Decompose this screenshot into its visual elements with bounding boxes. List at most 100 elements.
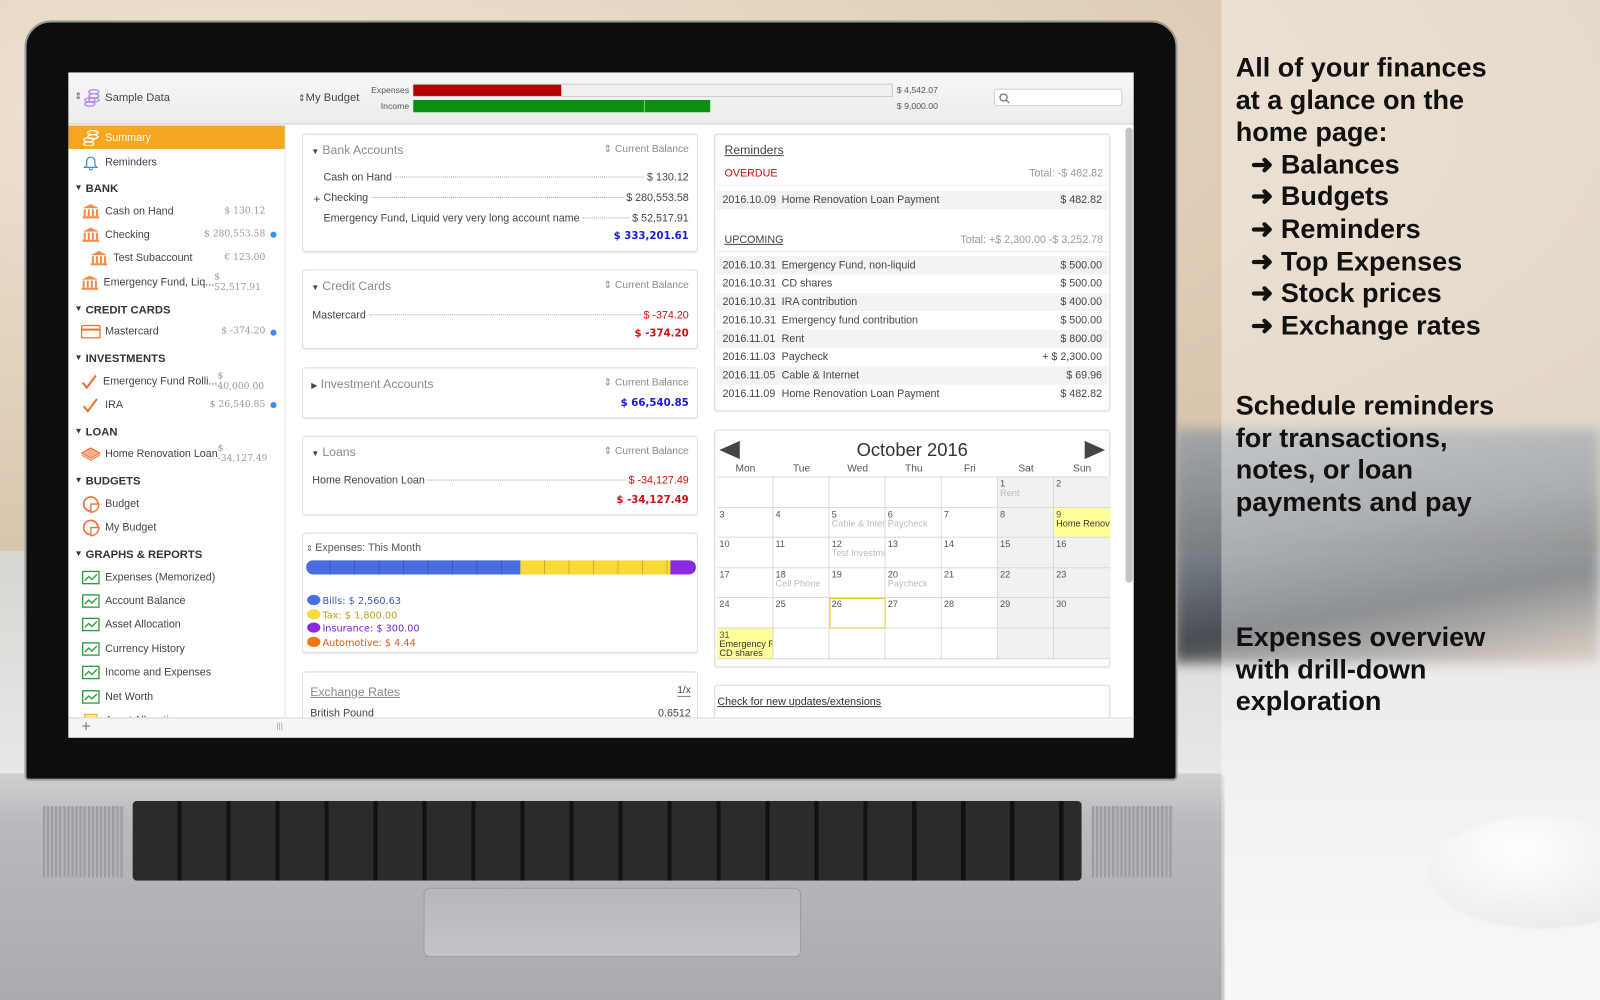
credit-cards-header[interactable]: ▼ Credit Cards <box>311 279 391 293</box>
calendar-event[interactable]: CD shares <box>719 648 770 658</box>
sidebar-group-header[interactable]: ▼ LOAN <box>74 426 117 438</box>
calendar-day-28[interactable]: 28 <box>941 598 998 629</box>
reminder-row[interactable]: 2016.10.31 Emergency fund contribution $ 5… <box>716 311 1109 330</box>
loan-row[interactable]: Home Renovation Loan $ -34,127.49 <box>312 474 689 486</box>
sidebar-account-item[interactable]: Currency History <box>68 637 284 660</box>
sort-selector[interactable]: ⇕ Current Balance <box>604 446 689 457</box>
sidebar-group-header[interactable]: ▼ BANK <box>74 183 118 195</box>
sidebar-resize-handle[interactable]: ||| <box>277 721 283 730</box>
calendar-day-21[interactable]: 21 <box>941 568 998 599</box>
sidebar-account-item[interactable]: Emergency Fund, Liq... $ 52,517.91 <box>68 271 284 294</box>
calendar-event[interactable]: Paycheck <box>888 518 939 528</box>
budget-selector[interactable]: ⇕My Budget <box>298 92 359 104</box>
calendar-day-22[interactable]: 22 <box>997 568 1055 599</box>
sidebar-group-header[interactable]: ▼ CREDIT CARDS <box>74 304 170 316</box>
reminders-title[interactable]: Reminders <box>724 143 783 157</box>
sort-selector[interactable]: ⇕ Current Balance <box>604 144 689 155</box>
sort-selector[interactable]: ⇕ Current Balance <box>604 280 689 291</box>
expense-segment-insurance[interactable] <box>670 560 696 575</box>
calendar-day-29[interactable]: 29 <box>997 598 1055 629</box>
sidebar-account-item[interactable]: Account Balance <box>68 589 284 612</box>
sort-selector[interactable]: ⇕ Current Balance <box>604 378 689 389</box>
calendar-day-1[interactable]: 1 Rent <box>997 477 1055 508</box>
calendar-event[interactable]: Cell Phone <box>776 579 827 588</box>
calendar-day-7[interactable]: 7 <box>941 507 998 538</box>
expenses-stacked-bar[interactable] <box>306 560 696 575</box>
sidebar-account-item[interactable]: IRA $ 26,540.85 <box>68 393 284 416</box>
calendar-day-2[interactable]: 2 <box>1054 477 1111 508</box>
calendar-day-9[interactable]: 9 Home Renova <box>1054 507 1111 538</box>
calendar-day-24[interactable]: 24 <box>717 598 774 629</box>
sidebar-group-header[interactable]: ▼ GRAPHS & REPORTS <box>74 549 202 561</box>
bank-accounts-header[interactable]: ▼ Bank Accounts <box>311 143 403 157</box>
calendar-day-11[interactable]: 11 <box>773 537 830 569</box>
reminder-row[interactable]: 2016.11.03 Paycheck + $ 2,300.00 <box>716 347 1109 367</box>
reminder-row[interactable]: 2016.10.31 CD shares $ 500.00 <box>716 274 1109 293</box>
calendar-day-27[interactable]: 27 <box>885 598 942 629</box>
sidebar-account-item[interactable]: Test Subaccount € 123.00 <box>68 247 284 270</box>
sidebar-account-item[interactable]: Budget <box>68 492 284 515</box>
calendar-day-18[interactable]: 18 Cell Phone <box>773 568 830 599</box>
calendar-day-25[interactable]: 25 <box>773 598 830 629</box>
reminder-row[interactable]: 2016.10.31 Emergency Fund, non-liquid $ 50… <box>716 256 1109 275</box>
exchange-rates-title[interactable]: Exchange Rates <box>310 685 400 699</box>
calendar-day-8[interactable]: 8 <box>997 507 1055 538</box>
expense-segment-tax[interactable] <box>520 560 671 575</box>
calendar-day-14[interactable]: 14 <box>941 537 998 569</box>
calendar-day-31[interactable]: 31 Emergency Fu CD shares <box>717 628 774 659</box>
sidebar-account-item[interactable]: Emergency Fund Rolli... $ 40,000.00 <box>68 369 284 392</box>
legend-item[interactable]: Tax: $ 1,800.00 <box>307 608 419 623</box>
calendar-event[interactable]: Rent <box>1000 488 1051 498</box>
reminder-row[interactable]: 2016.10.09 Home Renovation Loan Payment $ … <box>716 190 1109 210</box>
reminder-row[interactable]: 2016.11.01 Rent $ 800.00 <box>716 329 1109 348</box>
sidebar-account-item[interactable]: Home Renovation Loan $ -34,127.49 <box>68 443 284 466</box>
sidebar-account-item[interactable]: Checking $ 280,553.58 <box>68 223 284 246</box>
reminder-row[interactable]: 2016.10.31 IRA contribution $ 400.00 <box>716 292 1109 312</box>
calendar-day-6[interactable]: 6 Paycheck <box>885 507 942 538</box>
sidebar-account-item[interactable]: Net Worth <box>68 685 284 708</box>
sidebar-account-item[interactable]: Mastercard $ -374.20 <box>68 320 284 343</box>
calendar-day-3[interactable]: 3 <box>717 507 774 538</box>
sidebar-group-header[interactable]: ▼ INVESTMENTS <box>74 353 165 365</box>
expenses-period-selector[interactable]: ⇕ Expenses: This Month <box>306 542 421 554</box>
sidebar-item-summary[interactable]: Summary <box>68 125 285 149</box>
sidebar-account-item[interactable]: Asset Allocation <box>68 709 284 718</box>
calendar-day-23[interactable]: 23 <box>1054 568 1111 599</box>
add-button[interactable]: + <box>82 718 91 736</box>
legend-item[interactable]: Automotive: $ 4.44 <box>307 636 419 651</box>
account-row[interactable]: + Checking $ 280,553.58 <box>313 192 689 206</box>
expand-icon[interactable]: + <box>313 192 320 206</box>
calendar-day-30[interactable]: 30 <box>1054 598 1111 629</box>
sidebar-account-item[interactable]: Asset Allocation <box>68 613 284 636</box>
legend-item[interactable]: Insurance: $ 300.00 <box>307 622 420 637</box>
invert-rates-toggle[interactable]: 1/x <box>677 685 691 697</box>
sidebar-item-reminders[interactable]: Reminders <box>68 150 284 173</box>
sidebar-account-item[interactable]: Expenses (Memorized) <box>68 565 284 588</box>
calendar-day-10[interactable]: 10 <box>717 537 774 569</box>
calendar-event[interactable]: Cable & Intern <box>832 518 885 528</box>
search-input[interactable] <box>993 88 1123 107</box>
reminder-row[interactable]: 2016.11.05 Cable & Internet $ 69.96 <box>716 366 1109 385</box>
legend-item[interactable]: Bills: $ 2,560.63 <box>307 594 419 609</box>
calendar-day-16[interactable]: 16 <box>1054 537 1111 569</box>
reminder-row[interactable]: 2016.11.09 Home Renovation Loan Payment $ … <box>716 384 1109 404</box>
sidebar-account-item[interactable]: Income and Expenses <box>68 661 284 684</box>
calendar-day-12[interactable]: 12 Test Investme <box>829 537 886 569</box>
calendar-day-4[interactable]: 4 <box>773 507 830 538</box>
account-row[interactable]: Mastercard $ -374.20 <box>312 309 689 321</box>
sidebar-account-item[interactable]: Cash on Hand $ 130.12 <box>68 199 284 222</box>
calendar-day-15[interactable]: 15 <box>997 537 1055 569</box>
sidebar-group-header[interactable]: ▼ BUDGETS <box>74 476 140 488</box>
calendar-day-19[interactable]: 19 <box>829 568 886 599</box>
main-scrollbar[interactable] <box>1125 127 1133 583</box>
file-selector-arrows-icon[interactable]: ⇕ <box>74 91 82 102</box>
calendar-day-26[interactable]: 26 <box>829 598 886 629</box>
calendar-day-17[interactable]: 17 <box>717 568 774 599</box>
calendar-event[interactable]: Test Investme <box>832 549 885 558</box>
sidebar-account-item[interactable]: My Budget <box>68 516 284 539</box>
account-row[interactable]: Emergency Fund, Liquid very very long ac… <box>323 212 688 224</box>
loans-header[interactable]: ▼ Loans <box>311 445 356 459</box>
check-updates-link[interactable]: Check for new updates/extensions <box>717 696 881 708</box>
account-row[interactable]: Cash on Hand $ 130.12 <box>323 171 688 183</box>
calendar-day-20[interactable]: 20 Paycheck <box>885 568 942 599</box>
